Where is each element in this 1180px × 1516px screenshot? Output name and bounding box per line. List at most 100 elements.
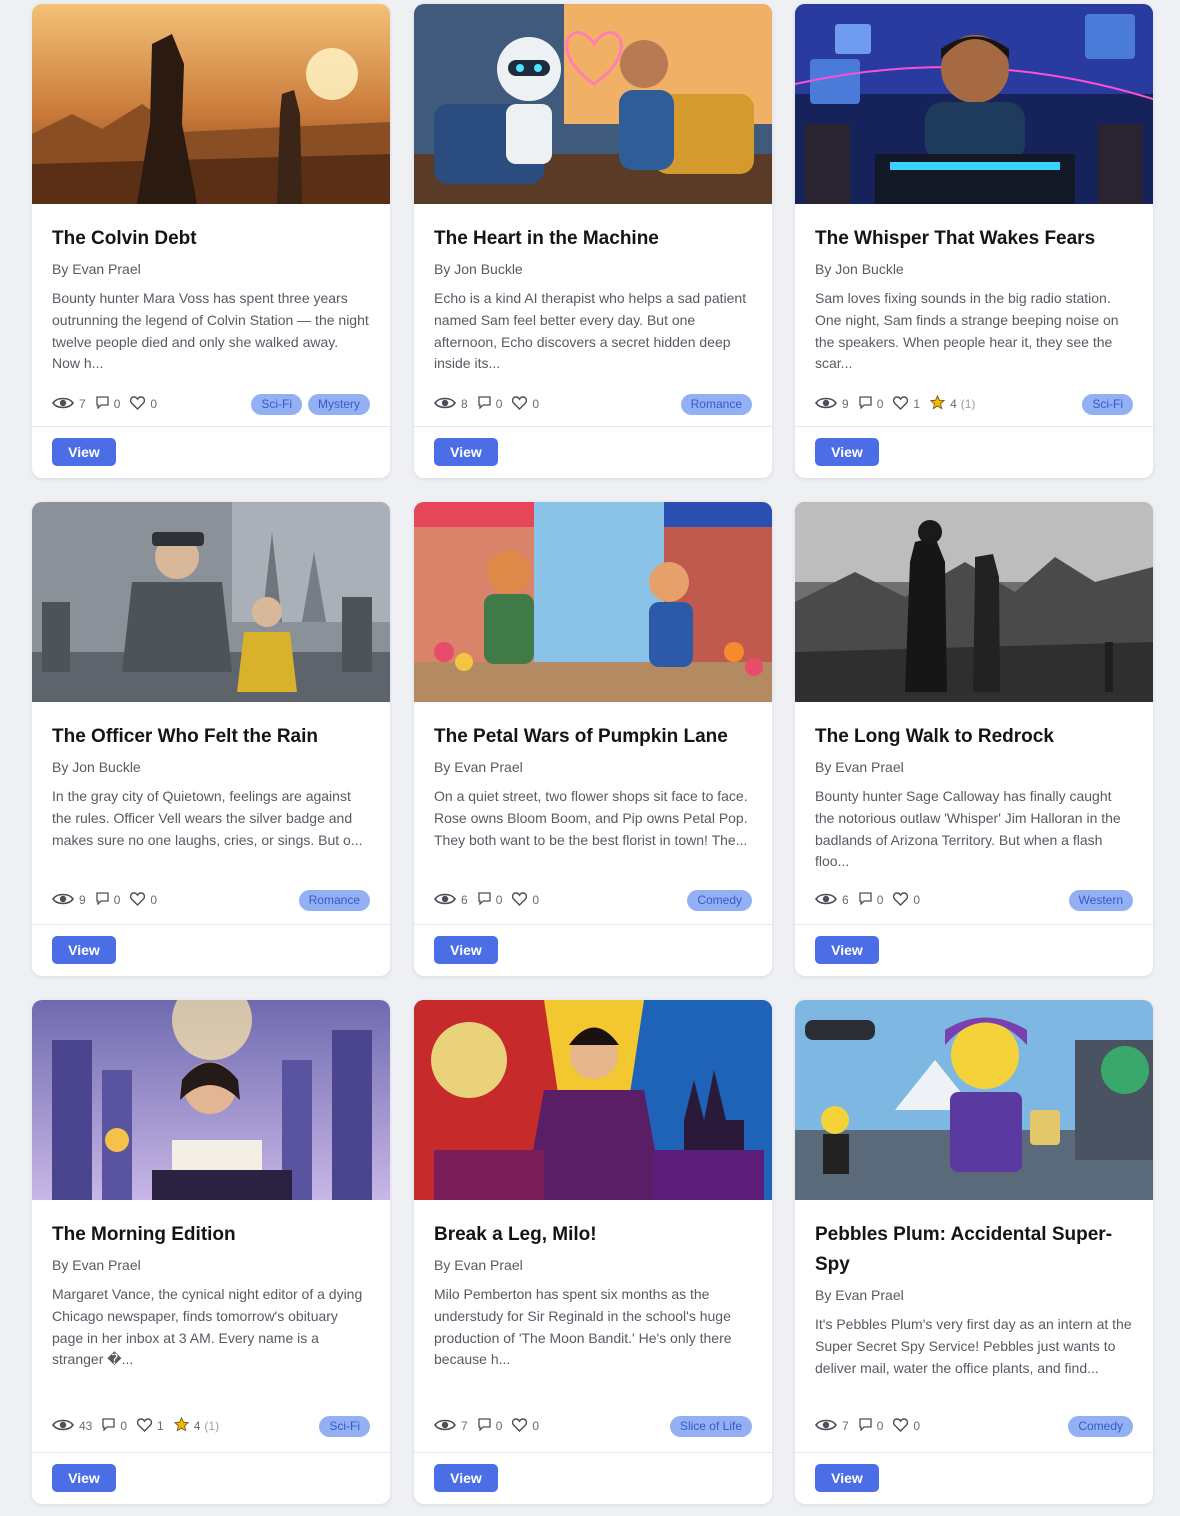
- genre-tag[interactable]: Mystery: [308, 393, 370, 415]
- rating-value: 4: [950, 397, 957, 411]
- story-title: The Heart in the Machine: [434, 228, 659, 249]
- eye-icon: [434, 1418, 461, 1435]
- story-title: The Officer Who Felt the Rain: [52, 726, 319, 747]
- heart-icon[interactable]: [512, 395, 532, 413]
- genre-tag[interactable]: Sci-Fi: [319, 1415, 370, 1437]
- comments-count: 0: [876, 397, 884, 411]
- comments-stat: 0: [478, 892, 503, 908]
- story-cover-image[interactable]: [414, 1000, 772, 1200]
- story-description: Echo is a kind AI therapist who helps a …: [434, 290, 747, 372]
- genre-tag[interactable]: Romance: [680, 393, 752, 415]
- genre-tags: Western: [1068, 889, 1133, 911]
- rating-stat: 4 (1): [929, 394, 976, 413]
- genre-tags: Sci-Fi Mystery: [251, 393, 370, 415]
- story-title: Pebbles Plum: Accidental Super-Spy: [815, 1224, 1113, 1275]
- story-description: Milo Pemberton has spent six months as t…: [434, 1286, 732, 1368]
- story-description: Bounty hunter Sage Calloway has finally …: [815, 788, 1121, 870]
- heart-icon[interactable]: [893, 395, 913, 413]
- view-button[interactable]: View: [815, 438, 879, 466]
- story-title: The Long Walk to Redrock: [815, 726, 1054, 747]
- likes-stat: 1: [136, 1417, 164, 1435]
- view-button[interactable]: View: [52, 936, 116, 964]
- comments-stat: 0: [102, 1418, 127, 1434]
- view-button[interactable]: View: [52, 438, 116, 466]
- story-author: By Jon Buckle: [434, 261, 523, 277]
- story-stats: 7 0 0 Comedy: [815, 1414, 1133, 1438]
- heart-icon[interactable]: [512, 1417, 532, 1435]
- genre-tag[interactable]: Comedy: [687, 889, 752, 911]
- genre-tag[interactable]: Sci-Fi: [251, 393, 302, 415]
- comments-count: 0: [495, 893, 503, 907]
- rating-value: 4: [193, 1419, 201, 1433]
- genre-tag[interactable]: Sci-Fi: [1082, 393, 1133, 415]
- story-cover-image[interactable]: [32, 4, 390, 204]
- likes-stat: 0: [130, 891, 157, 909]
- comment-icon: [478, 396, 496, 412]
- likes-count: 1: [157, 1419, 164, 1433]
- story-cover-image[interactable]: [414, 502, 772, 702]
- heart-icon[interactable]: [130, 395, 150, 413]
- view-button[interactable]: View: [52, 1464, 116, 1492]
- views-count: 7: [461, 1419, 468, 1433]
- views-count: 6: [842, 893, 849, 907]
- likes-stat: 0: [512, 395, 539, 413]
- genre-tag[interactable]: Western: [1068, 889, 1133, 911]
- likes-stat: 0: [512, 1417, 539, 1435]
- likes-stat: 1: [893, 395, 920, 413]
- story-author: By Evan Prael: [52, 261, 141, 277]
- heart-icon[interactable]: [893, 891, 913, 909]
- comments-stat: 0: [96, 892, 120, 908]
- genre-tag[interactable]: Comedy: [1068, 1415, 1133, 1437]
- story-card-long-walk: The Long Walk to Redrock By Evan Prael B…: [795, 502, 1153, 976]
- rating-count: (1): [960, 397, 976, 411]
- story-cover-image[interactable]: [414, 4, 772, 204]
- story-author: By Evan Prael: [52, 1257, 141, 1273]
- genre-tag[interactable]: Slice of Life: [669, 1415, 752, 1437]
- heart-icon[interactable]: [512, 891, 532, 909]
- likes-count: 0: [913, 1419, 921, 1433]
- genre-tags: Romance: [298, 889, 370, 911]
- story-description: Margaret Vance, the cynical night editor…: [52, 1286, 363, 1368]
- comment-icon: [102, 1418, 120, 1434]
- genre-tag[interactable]: Romance: [298, 889, 370, 911]
- story-cover-image[interactable]: [32, 1000, 390, 1200]
- story-card-officer-rain: The Officer Who Felt the Rain By Jon Buc…: [32, 502, 390, 976]
- story-stats: 9 0 1 4 (1) Sci-Fi: [815, 392, 1133, 416]
- story-cover-image[interactable]: [795, 502, 1153, 702]
- story-title: Break a Leg, Milo!: [434, 1224, 597, 1245]
- comments-stat: 0: [96, 396, 120, 412]
- view-button[interactable]: View: [434, 438, 498, 466]
- heart-icon[interactable]: [893, 1417, 913, 1435]
- rating-count: (1): [204, 1419, 220, 1433]
- view-button[interactable]: View: [815, 936, 879, 964]
- views-count: 6: [461, 893, 468, 907]
- views-stat: 6: [815, 892, 849, 909]
- comment-icon: [859, 892, 877, 908]
- story-stats: 8 0 0 Romance: [434, 392, 752, 416]
- heart-icon[interactable]: [136, 1417, 157, 1435]
- story-description: Sam loves fixing sounds in the big radio…: [815, 290, 1119, 372]
- card-footer: View: [414, 426, 772, 478]
- star-icon: [173, 1416, 194, 1435]
- genre-tags: Comedy: [687, 889, 752, 911]
- story-cover-image[interactable]: [795, 4, 1153, 204]
- views-stat: 8: [434, 396, 468, 413]
- story-stats: 43 0 1 4 (1) Sci-Fi: [52, 1414, 370, 1438]
- view-button[interactable]: View: [434, 936, 498, 964]
- view-button[interactable]: View: [815, 1464, 879, 1492]
- genre-tags: Slice of Life: [669, 1415, 752, 1437]
- story-author: By Evan Prael: [815, 1287, 904, 1303]
- story-description: Bounty hunter Mara Voss has spent three …: [52, 290, 369, 372]
- comments-count: 0: [495, 397, 503, 411]
- story-cover-image[interactable]: [795, 1000, 1153, 1200]
- views-count: 7: [842, 1419, 849, 1433]
- views-stat: 7: [434, 1418, 468, 1435]
- comment-icon: [96, 892, 114, 908]
- story-stats: 6 0 0 Comedy: [434, 888, 752, 912]
- story-cover-image[interactable]: [32, 502, 390, 702]
- view-button[interactable]: View: [434, 1464, 498, 1492]
- story-author: By Evan Prael: [434, 1257, 523, 1273]
- comment-icon: [859, 1418, 877, 1434]
- genre-tags: Romance: [680, 393, 752, 415]
- heart-icon[interactable]: [130, 891, 150, 909]
